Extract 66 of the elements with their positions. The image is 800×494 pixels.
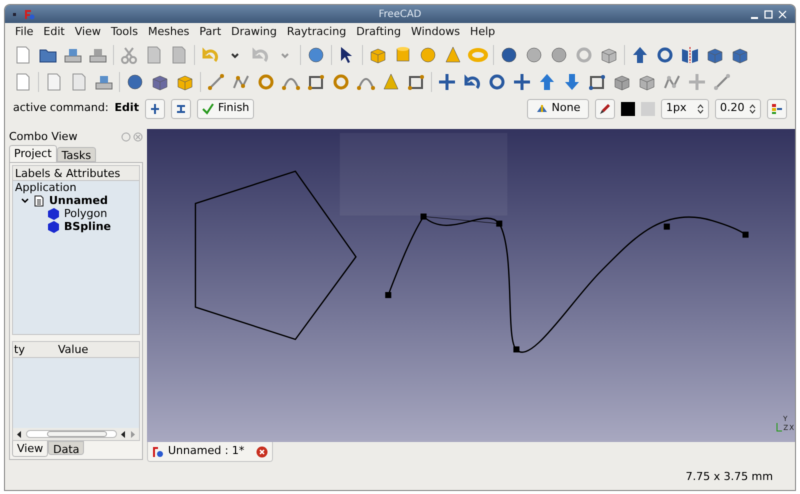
remove-point-button[interactable] (170, 98, 191, 118)
line-width-spinbox[interactable]: 1px (661, 98, 709, 118)
document-icon (33, 194, 45, 206)
command-label: active command: (13, 100, 109, 116)
column-header: Value (58, 342, 88, 357)
part-feature-icon (47, 207, 60, 220)
panel-tab[interactable]: Tasks (56, 147, 96, 162)
scroll-left-icon[interactable] (121, 430, 126, 438)
horizontal-scrollbar[interactable] (26, 430, 117, 438)
menu-item[interactable]: Drafting (356, 24, 401, 40)
menu-item[interactable]: Part (199, 24, 222, 40)
menu-item[interactable]: Raytracing (286, 24, 346, 40)
chevron-down-icon[interactable] (21, 196, 29, 204)
close-icon[interactable] (256, 446, 268, 458)
finish-button[interactable]: Finish (196, 98, 254, 118)
tree-item[interactable]: Unnamed (49, 194, 108, 207)
extrude-icon[interactable] (630, 44, 650, 64)
brush-icon (599, 102, 611, 114)
menu-item[interactable]: Drawing (231, 24, 277, 40)
tree-item[interactable]: Polygon (64, 207, 108, 220)
menu-item[interactable]: Meshes (148, 24, 190, 40)
panel-tab[interactable]: View (12, 441, 48, 457)
column-header: ty (13, 342, 26, 357)
menu-item[interactable]: Help (470, 24, 496, 40)
apply-style-button[interactable] (767, 98, 787, 118)
menu-item[interactable]: File (15, 24, 34, 40)
font-size-spinbox[interactable]: 0.20 (715, 98, 761, 118)
add-point-icon (148, 102, 161, 114)
column-header: Labels & Attributes (13, 166, 139, 181)
cut-icon[interactable] (119, 44, 139, 64)
mirror-icon[interactable] (680, 44, 700, 64)
axis-icon (776, 423, 782, 432)
menu-item[interactable]: View (74, 24, 101, 40)
downgrade-icon[interactable] (562, 72, 582, 92)
document-tab[interactable]: Unnamed : 1* (147, 442, 274, 462)
menu-item[interactable]: Tools (110, 24, 138, 40)
spin-arrows-icon (749, 104, 756, 114)
face-color-swatch[interactable] (641, 102, 655, 116)
line-color-swatch[interactable] (621, 102, 635, 116)
plane-icon (536, 102, 548, 114)
snap-button[interactable]: None (527, 98, 589, 118)
check-icon (202, 102, 214, 114)
panel-title: Combo View (9, 128, 78, 145)
line-icon[interactable] (206, 72, 226, 92)
rotate-icon[interactable] (462, 72, 482, 92)
command-name: Edit (114, 100, 139, 116)
part-feature-icon (47, 220, 60, 233)
maximize-icon[interactable] (764, 10, 773, 18)
window-title: FreeCAD (378, 8, 422, 22)
upgrade-icon[interactable] (537, 72, 557, 92)
apply-style-icon (771, 102, 783, 114)
menu-item[interactable]: Windows (410, 24, 460, 40)
scroll-left-icon[interactable] (17, 430, 22, 438)
spin-arrows-icon (697, 104, 704, 114)
add-point-button[interactable] (144, 98, 165, 118)
brush-button[interactable] (595, 98, 615, 118)
app-logo-icon (24, 8, 35, 20)
tree-item[interactable]: Application (15, 181, 76, 194)
panel-tab[interactable]: Project (9, 145, 57, 162)
status-text: 7.75 x 3.75 mm (686, 468, 773, 485)
menu-item[interactable]: Edit (43, 24, 65, 40)
circle-icon[interactable] (256, 72, 276, 92)
cone-icon[interactable] (443, 44, 463, 64)
move-icon[interactable] (437, 72, 457, 92)
panel-tab[interactable]: Data (48, 441, 84, 455)
tree-item[interactable]: BSpline (64, 220, 112, 233)
